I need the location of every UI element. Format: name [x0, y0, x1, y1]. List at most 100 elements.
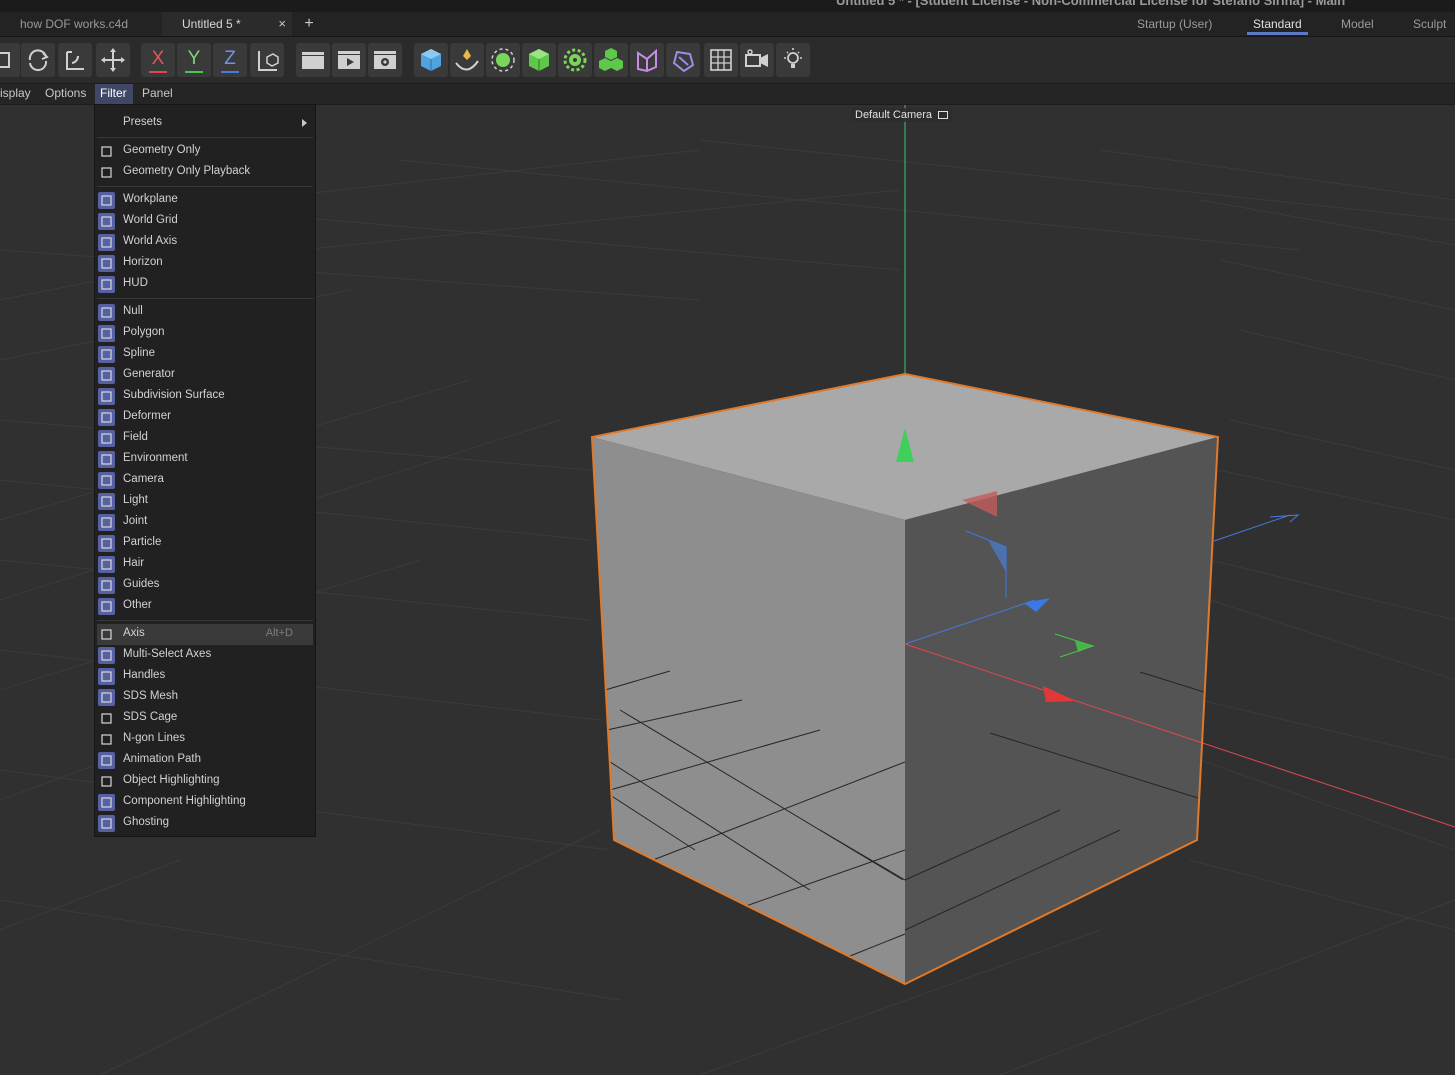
filter-item-light[interactable]: Light: [97, 491, 313, 512]
filter-item-workplane[interactable]: Workplane: [97, 190, 313, 211]
field-icon[interactable]: [666, 43, 700, 77]
workplane-icon: [98, 192, 115, 209]
filter-item-ghosting[interactable]: Ghosting: [97, 813, 313, 834]
menu-filter[interactable]: Filter: [95, 84, 133, 104]
menu-display[interactable]: isplay: [0, 84, 36, 104]
filter-item-hud[interactable]: HUD: [97, 274, 313, 295]
filter-dropdown-menu: Presets Geometry Only Geometry Only Playba…: [94, 104, 316, 837]
filter-item-label: Spline: [123, 347, 155, 359]
filter-item-sds-cage[interactable]: SDS Cage: [97, 708, 313, 729]
axis-x-toggle[interactable]: X: [141, 43, 175, 77]
filter-item-particle[interactable]: Particle: [97, 533, 313, 554]
filter-item-world-grid[interactable]: World Grid: [97, 211, 313, 232]
window-titlebar: Untitled 5 * - [Student License - Non-Co…: [0, 0, 1455, 12]
filter-item-sds-mesh[interactable]: SDS Mesh: [97, 687, 313, 708]
filter-item-other[interactable]: Other: [97, 596, 313, 617]
filter-item-n-gon-lines[interactable]: N-gon Lines: [97, 729, 313, 750]
filter-item-polygon[interactable]: Polygon: [97, 323, 313, 344]
filter-item-label: Guides: [123, 578, 160, 590]
filter-item-null[interactable]: Null: [97, 302, 313, 323]
scale-icon[interactable]: [58, 43, 92, 77]
cube-icon[interactable]: [414, 43, 448, 77]
filter-item-deformer[interactable]: Deformer: [97, 407, 313, 428]
coordinate-system-icon[interactable]: [250, 43, 284, 77]
filter-item-guides[interactable]: Guides: [97, 575, 313, 596]
filter-item-label: SDS Mesh: [123, 690, 178, 702]
filter-item-spline[interactable]: Spline: [97, 344, 313, 365]
filter-item-handles[interactable]: Handles: [97, 666, 313, 687]
move-icon[interactable]: [96, 43, 130, 77]
filter-item-horizon[interactable]: Horizon: [97, 253, 313, 274]
filter-item-multi-select-axes[interactable]: Multi-Select Axes: [97, 645, 313, 666]
menu-panel[interactable]: Panel: [137, 84, 178, 104]
default-camera-label[interactable]: Default Camera: [851, 108, 953, 122]
render-region-icon[interactable]: [296, 43, 330, 77]
filter-item-label: Geometry Only Playback: [123, 165, 251, 177]
light-icon[interactable]: [776, 43, 810, 77]
deformer-icon[interactable]: [630, 43, 664, 77]
render-settings-icon[interactable]: [368, 43, 402, 77]
filter-item-animation-path[interactable]: Animation Path: [97, 750, 313, 771]
filter-item-object-highlighting[interactable]: Object Highlighting: [97, 771, 313, 792]
filter-item-label: Ghosting: [123, 816, 170, 828]
filter-item-component-highlighting[interactable]: Component Highlighting: [97, 792, 313, 813]
doc-tab-how-dof-works[interactable]: how DOF works.c4d: [0, 12, 158, 36]
axis-z-toggle[interactable]: Z: [213, 43, 247, 77]
filter-item-environment[interactable]: Environment: [97, 449, 313, 470]
filter-item-generator[interactable]: Generator: [97, 365, 313, 386]
filter-item-label: Camera: [123, 473, 164, 485]
filter-item-subdivision-surface[interactable]: Subdivision Surface: [97, 386, 313, 407]
field-icon: [98, 430, 115, 447]
filter-item-geometry-only-playback[interactable]: Geometry Only Playback: [97, 162, 313, 183]
subdivision-icon[interactable]: [486, 43, 520, 77]
filter-item-geometry-only[interactable]: Geometry Only: [97, 141, 313, 162]
axis-y-toggle[interactable]: Y: [177, 43, 211, 77]
doc-tab-untitled-5[interactable]: Untitled 5 * ×: [162, 12, 292, 36]
generator-icon: [98, 367, 115, 384]
camera-icon[interactable]: [740, 43, 774, 77]
select-icon[interactable]: [0, 43, 20, 77]
menu-options[interactable]: Options: [40, 84, 91, 104]
filter-item-label: Component Highlighting: [123, 795, 246, 807]
filter-item-label: Subdivision Surface: [123, 389, 225, 401]
filter-item-camera[interactable]: Camera: [97, 470, 313, 491]
filter-item-label: SDS Cage: [123, 711, 178, 723]
filter-item-label: Particle: [123, 536, 162, 548]
multi-select-axes-icon: [98, 647, 115, 664]
filter-item-label: Polygon: [123, 326, 165, 338]
filter-item-label: World Grid: [123, 214, 178, 226]
filter-item-axis[interactable]: Axis Alt+D: [97, 624, 313, 645]
layout-tab-model[interactable]: Model: [1341, 12, 1374, 36]
hair-icon: [98, 556, 115, 573]
floor-grid-icon[interactable]: [704, 43, 738, 77]
pen-icon[interactable]: [450, 43, 484, 77]
handles-icon: [98, 668, 115, 685]
layout-tab-startup[interactable]: Startup (User): [1137, 12, 1212, 36]
layout-tab-standard[interactable]: Standard: [1247, 12, 1308, 36]
filter-item-presets[interactable]: Presets: [97, 113, 313, 134]
close-tab-icon[interactable]: ×: [278, 12, 286, 36]
rotate-icon[interactable]: [21, 43, 55, 77]
filter-item-world-axis[interactable]: World Axis: [97, 232, 313, 253]
animation-path-icon: [98, 752, 115, 769]
deformer-icon: [98, 409, 115, 426]
filter-item-label: Environment: [123, 452, 188, 464]
generator-icon[interactable]: [522, 43, 556, 77]
doc-tab-label: how DOF works.c4d: [20, 17, 129, 31]
component-highlighting-icon: [98, 794, 115, 811]
render-view-icon[interactable]: [332, 43, 366, 77]
filter-item-label: N-gon Lines: [123, 732, 186, 744]
n-gon-lines-icon: [98, 731, 115, 748]
filter-item-joint[interactable]: Joint: [97, 512, 313, 533]
filter-item-hair[interactable]: Hair: [97, 554, 313, 575]
mograph-icon[interactable]: [594, 43, 628, 77]
ghosting-icon: [98, 815, 115, 832]
filter-item-field[interactable]: Field: [97, 428, 313, 449]
filter-item-label: Other: [123, 599, 152, 611]
layout-tab-sculpt[interactable]: Sculpt: [1413, 12, 1446, 36]
filter-item-label: World Axis: [123, 235, 178, 247]
cloner-icon[interactable]: [558, 43, 592, 77]
camera-label-text: Default Camera: [855, 109, 933, 121]
joint-icon: [98, 514, 115, 531]
new-tab-button[interactable]: +: [300, 12, 318, 36]
